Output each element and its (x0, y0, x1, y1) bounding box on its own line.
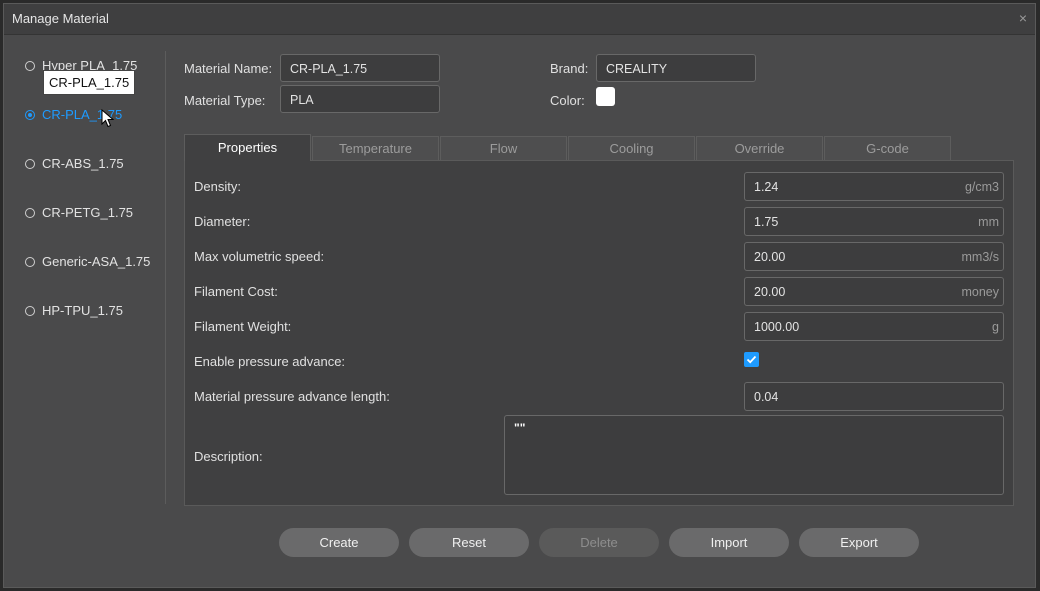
material-name-label: Material Name: (184, 61, 273, 76)
max-volumetric-speed-unit: mm3/s (961, 250, 1000, 264)
tab-temperature[interactable]: Temperature (312, 136, 439, 160)
export-button[interactable]: Export (799, 528, 919, 557)
filament-cost-value: 20.00 (754, 285, 786, 299)
tab-gcode[interactable]: G-code (824, 136, 951, 160)
filament-weight-unit: g (992, 320, 999, 334)
dialog-title: Manage Material (12, 11, 109, 26)
material-item-hp-tpu[interactable]: HP-TPU_1.75 (25, 301, 165, 350)
material-item-label: CR-PETG_1.75 (42, 205, 134, 220)
tab-override[interactable]: Override (696, 136, 823, 160)
diameter-value: 1.75 (754, 215, 779, 229)
max-volumetric-speed-field[interactable]: 20.00 mm3/s (744, 242, 1004, 271)
material-item-label: HP-TPU_1.75 (42, 303, 123, 318)
close-icon[interactable]: × (1019, 10, 1027, 26)
radio-button[interactable] (25, 208, 35, 218)
material-item-label: Generic-ASA_1.75 (42, 254, 151, 269)
density-label: Density: (194, 179, 241, 194)
checkmark-icon (746, 355, 757, 364)
tab-cooling[interactable]: Cooling (568, 136, 695, 160)
create-button[interactable]: Create (279, 528, 399, 557)
radio-button[interactable] (25, 159, 35, 169)
radio-button[interactable] (25, 61, 35, 71)
filament-cost-field[interactable]: 20.00 money (744, 277, 1004, 306)
list-divider (165, 51, 166, 504)
density-unit: g/cm3 (964, 180, 999, 194)
radio-button[interactable] (25, 257, 35, 267)
material-name-field[interactable]: CR-PLA_1.75 (280, 54, 440, 82)
material-type-label: Material Type: (184, 93, 266, 108)
brand-label: Brand: (550, 61, 589, 76)
radio-button[interactable] (25, 306, 35, 316)
pa-length-label: Material pressure advance length: (194, 389, 390, 404)
tab-flow[interactable]: Flow (440, 136, 567, 160)
description-label: Description: (194, 449, 263, 464)
properties-panel: Density: 1.24 g/cm3 Diameter: 1.75 mm Ma… (184, 160, 1014, 506)
tab-properties[interactable]: Properties (184, 134, 311, 161)
pressure-advance-label: Enable pressure advance: (194, 354, 346, 369)
material-item-cr-pla[interactable]: CR-PLA_1.75 (25, 105, 165, 154)
density-field[interactable]: 1.24 g/cm3 (744, 172, 1004, 201)
density-value: 1.24 (754, 180, 779, 194)
material-type-field[interactable]: PLA (280, 85, 440, 113)
material-item-label: CR-ABS_1.75 (42, 156, 124, 171)
pa-length-field[interactable]: 0.04 (744, 382, 1004, 411)
filament-weight-label: Filament Weight: (194, 319, 292, 334)
color-label: Color: (550, 93, 585, 108)
color-swatch[interactable] (596, 87, 615, 106)
max-volumetric-speed-label: Max volumetric speed: (194, 249, 325, 264)
material-item-cr-abs[interactable]: CR-ABS_1.75 (25, 154, 165, 203)
filament-cost-label: Filament Cost: (194, 284, 278, 299)
import-button[interactable]: Import (669, 528, 789, 557)
material-tooltip: CR-PLA_1.75 (43, 70, 136, 95)
material-item-cr-petg[interactable]: CR-PETG_1.75 (25, 203, 165, 252)
material-list: Hyper PLA_1.75 CR-PLA_1.75 CR-ABS_1.75 C… (25, 56, 165, 350)
material-item-generic-asa[interactable]: Generic-ASA_1.75 (25, 252, 165, 301)
mouse-cursor-icon (101, 109, 115, 128)
pa-length-value: 0.04 (754, 390, 779, 404)
max-volumetric-speed-value: 20.00 (754, 250, 786, 264)
filament-weight-value: 1000.00 (754, 320, 800, 334)
diameter-label: Diameter: (194, 214, 251, 229)
filament-weight-field[interactable]: 1000.00 g (744, 312, 1004, 341)
radio-button-selected[interactable] (25, 110, 35, 120)
brand-field[interactable]: CREALITY (596, 54, 756, 82)
delete-button[interactable]: Delete (539, 528, 659, 557)
pressure-advance-checkbox[interactable] (744, 352, 759, 367)
diameter-unit: mm (978, 215, 999, 229)
description-textarea[interactable]: "" (504, 415, 1004, 495)
title-bar[interactable]: Manage Material × (4, 4, 1035, 35)
diameter-field[interactable]: 1.75 mm (744, 207, 1004, 236)
filament-cost-unit: money (961, 285, 999, 299)
reset-button[interactable]: Reset (409, 528, 529, 557)
